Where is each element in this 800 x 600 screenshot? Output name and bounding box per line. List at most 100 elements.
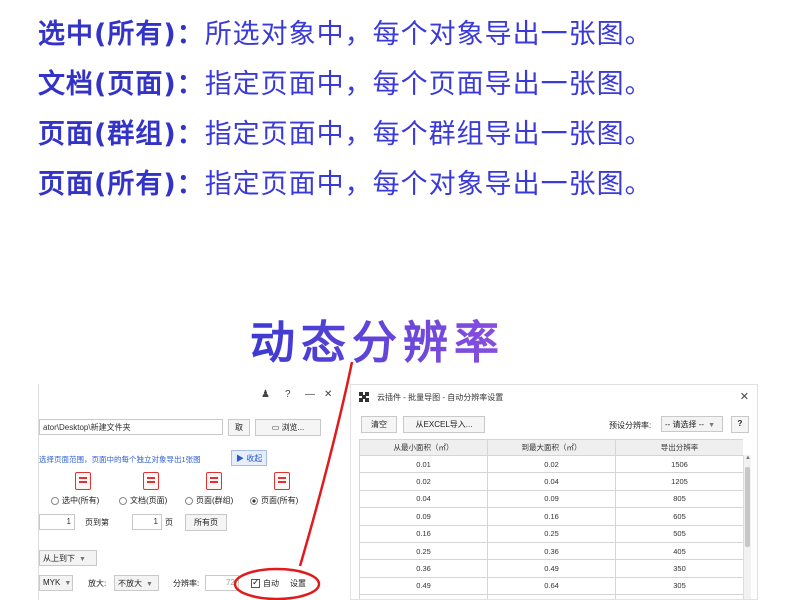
table-cell[interactable]: 505: [615, 524, 743, 543]
table-row[interactable]: 0.02 0.04 1205: [359, 472, 743, 491]
help-button[interactable]: ?: [731, 416, 749, 433]
radio-indicator: [119, 496, 127, 505]
import-excel-button[interactable]: 从EXCEL导入...: [403, 416, 485, 433]
all-pages-button[interactable]: 所有页: [185, 514, 227, 531]
user-icon[interactable]: ♟: [261, 389, 270, 400]
mode-select-all-radio[interactable]: 选中(所有): [51, 495, 99, 506]
desc-label: 页面(所有)：: [38, 168, 205, 200]
column-header[interactable]: 导出分辨率: [615, 439, 743, 456]
table-cell[interactable]: 605: [615, 507, 743, 526]
table-cell[interactable]: 0.04: [359, 489, 488, 509]
close-icon[interactable]: ✕: [324, 389, 332, 400]
table-cell[interactable]: 805: [615, 489, 743, 509]
table-row[interactable]: 0.04 0.09 805: [359, 489, 743, 509]
from-page-input[interactable]: 1: [39, 514, 75, 530]
table-cell[interactable]: 0.02: [487, 454, 616, 474]
table-cell[interactable]: 0.04: [487, 472, 616, 491]
settings-button[interactable]: 设置: [290, 578, 306, 589]
browse-label: 浏览...: [281, 423, 305, 432]
table-row[interactable]: 0.640.81275: [359, 594, 743, 599]
table-cell[interactable]: 0.25: [359, 541, 488, 561]
table-cell[interactable]: 1506: [615, 454, 743, 474]
auto-label: 自动: [263, 579, 279, 588]
table-cell[interactable]: 0.36: [487, 541, 616, 561]
select-all-mode-icon: [75, 472, 91, 490]
desc-text: 指定页面中，每个对象导出一张图。: [204, 168, 653, 200]
minimize-icon[interactable]: —: [305, 389, 315, 400]
table-cell[interactable]: 0.64: [487, 576, 616, 596]
resolution-grid: 从最小面积（㎡） 到最大面积（㎡） 导出分辨率 0.01 0.02 1506 0.02…: [359, 439, 743, 599]
table-row[interactable]: 0.49 0.64 305: [359, 576, 743, 596]
page-all-mode-icon: [274, 472, 290, 490]
chevron-down-icon: ▼: [79, 556, 86, 563]
table-cell[interactable]: 0.81: [487, 594, 616, 599]
resolution-label: 分辨率:: [173, 579, 200, 588]
order-select[interactable]: 从上到下 ▼: [39, 550, 97, 566]
zoom-value: 不放大: [118, 579, 142, 588]
table-cell[interactable]: 0.16: [359, 524, 488, 543]
help-icon[interactable]: ?: [285, 389, 291, 400]
range-hint-text: 选择页面范围，页面中的每个独立对象导出1张图: [39, 455, 201, 464]
output-path-field[interactable]: ator\Desktop\新建文件夹: [39, 419, 223, 435]
preset-select[interactable]: -- 请选择 -- ▼: [661, 416, 723, 432]
clear-button[interactable]: 清空: [361, 416, 397, 433]
desc-label: 页面(群组)：: [38, 118, 205, 150]
resolution-input[interactable]: 72: [205, 575, 239, 591]
table-row[interactable]: 0.25 0.36 405: [359, 541, 743, 561]
table-row[interactable]: 0.36 0.49 350: [359, 559, 743, 578]
desc-line-1: 文档(页面)： 指定页面中，每个页面导出一张图。: [38, 56, 798, 106]
table-cell[interactable]: 0.16: [487, 507, 616, 526]
table-cell[interactable]: 405: [615, 541, 743, 561]
table-cell[interactable]: 0.36: [359, 559, 488, 578]
table-row[interactable]: 0.16 0.25 505: [359, 524, 743, 543]
radio-label: 选中(所有): [62, 496, 100, 505]
table-cell[interactable]: 0.09: [487, 489, 616, 509]
table-cell[interactable]: 1205: [615, 472, 743, 491]
plugin-icon: [359, 392, 369, 402]
auto-resolution-titlebar: 云插件 - 批量导图 - 自动分辨率设置 ✕: [351, 385, 757, 409]
auto-checkbox[interactable]: 自动: [251, 577, 279, 589]
browse-button[interactable]: ▭ 浏览...: [255, 419, 321, 436]
page-group-mode-icon: [206, 472, 222, 490]
table-cell[interactable]: 0.64: [359, 594, 488, 599]
scroll-thumb[interactable]: [745, 467, 750, 547]
close-icon[interactable]: ✕: [740, 390, 749, 403]
table-cell[interactable]: 0.02: [359, 472, 488, 491]
desc-text: 指定页面中，每个页面导出一张图。: [204, 68, 653, 100]
table-scrollbar[interactable]: ▲: [743, 455, 751, 599]
table-row[interactable]: 0.01 0.02 1506: [359, 454, 743, 474]
table-cell[interactable]: 350: [615, 559, 743, 578]
table-cell[interactable]: 305: [615, 576, 743, 596]
radio-label: 文档(页面): [130, 496, 168, 505]
table-cell[interactable]: 0.49: [487, 559, 616, 578]
table-cell[interactable]: 0.09: [359, 507, 488, 526]
to-page-input[interactable]: 1: [132, 514, 162, 530]
color-mode-select[interactable]: MYK ▼: [39, 575, 73, 591]
mode-doc-page-radio[interactable]: 文档(页面): [119, 495, 167, 506]
page-label: 页: [165, 518, 173, 527]
collapse-button[interactable]: ▶ 收起: [231, 450, 268, 466]
table-cell[interactable]: 0.49: [359, 576, 488, 596]
folder-icon: ▭: [271, 423, 280, 432]
desc-label: 文档(页面)：: [38, 68, 205, 100]
zoom-select[interactable]: 不放大 ▼: [114, 575, 159, 591]
table-cell[interactable]: 275: [615, 594, 743, 599]
mode-page-all-radio[interactable]: 页面(所有): [250, 495, 298, 506]
pick-button[interactable]: 取: [228, 419, 250, 436]
scroll-up-icon[interactable]: ▲: [745, 455, 751, 461]
mode-page-group-radio[interactable]: 页面(群组): [185, 495, 233, 506]
column-header[interactable]: 到最大面积（㎡）: [487, 439, 616, 456]
desc-text: 指定页面中，每个群组导出一张图。: [204, 118, 653, 150]
resolution-table: 从最小面积（㎡） 到最大面积（㎡） 导出分辨率 0.01 0.02 1506 0.02…: [359, 439, 743, 599]
page-to-label: 页到第: [85, 518, 109, 527]
desc-line-0: 选中(所有)： 所选对象中，每个对象导出一张图。: [38, 6, 798, 56]
table-cell[interactable]: 0.25: [487, 524, 616, 543]
table-header-row: 从最小面积（㎡） 到最大面积（㎡） 导出分辨率: [359, 439, 743, 456]
doc-page-mode-icon: [143, 472, 159, 490]
desc-text: 所选对象中，每个对象导出一张图。: [204, 18, 653, 50]
dialog-title: 云插件 - 批量导图 - 自动分辨率设置: [377, 393, 504, 402]
table-row[interactable]: 0.09 0.16 605: [359, 507, 743, 526]
table-cell[interactable]: 0.01: [359, 454, 488, 474]
desc-label: 选中(所有)：: [38, 18, 205, 50]
column-header[interactable]: 从最小面积（㎡）: [359, 439, 488, 456]
